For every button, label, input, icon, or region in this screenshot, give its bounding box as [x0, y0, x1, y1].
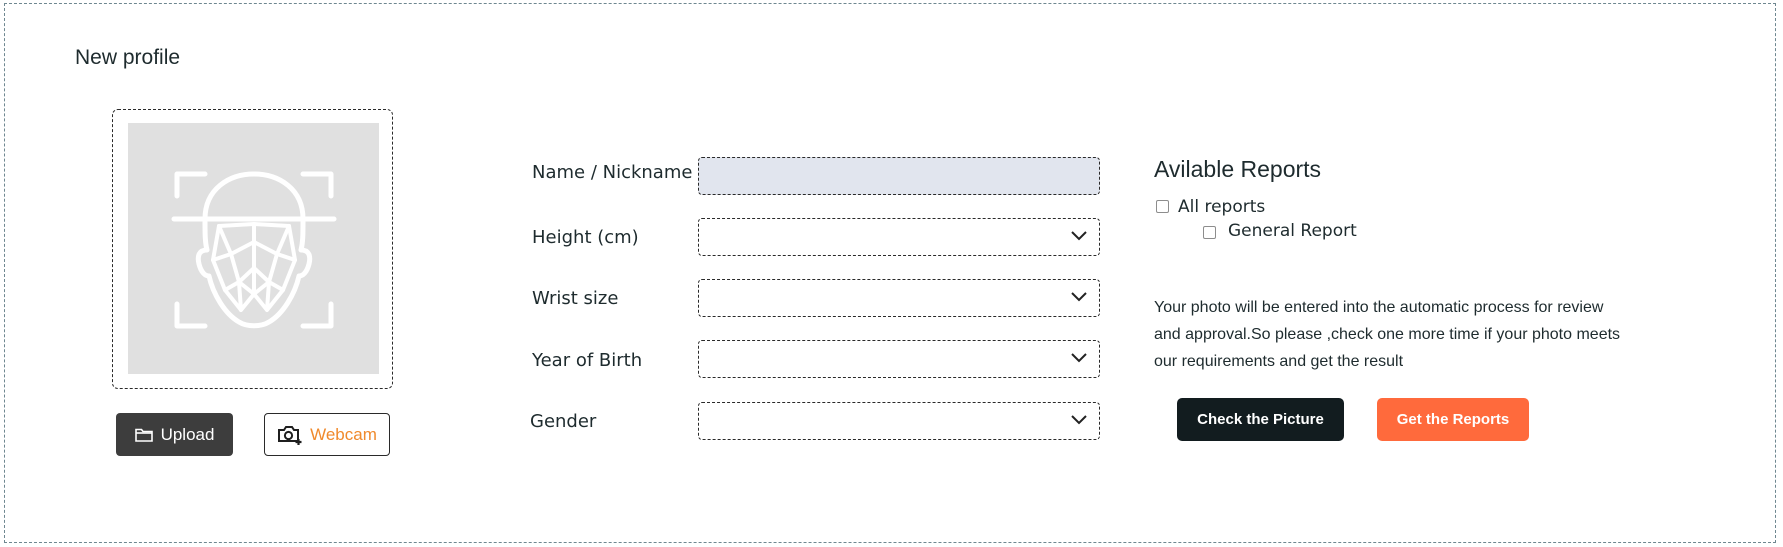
- chevron-down-icon: [1071, 231, 1087, 241]
- chevron-down-icon: [1071, 415, 1087, 425]
- gender-select[interactable]: [698, 402, 1100, 440]
- year-select[interactable]: [698, 340, 1100, 378]
- gender-label: Gender: [530, 411, 597, 432]
- camera-add-icon: [278, 425, 302, 445]
- upload-label: Upload: [160, 424, 215, 444]
- all-reports-checkbox[interactable]: [1156, 200, 1169, 213]
- year-label: Year of Birth: [532, 350, 643, 371]
- get-reports-button[interactable]: Get the Reports: [1377, 398, 1529, 441]
- height-label: Height (cm): [532, 227, 639, 248]
- wrist-select[interactable]: [698, 279, 1100, 317]
- chevron-down-icon: [1071, 292, 1087, 302]
- review-note: Your photo will be entered into the auto…: [1154, 299, 1621, 370]
- name-label: Name / Nickname: [532, 162, 693, 183]
- all-reports-label[interactable]: All reports: [1178, 197, 1265, 217]
- chevron-down-icon: [1071, 353, 1087, 363]
- photo-placeholder: [128, 123, 379, 374]
- wrist-label: Wrist size: [532, 288, 619, 309]
- reports-title: Avilable Reports: [1154, 156, 1322, 182]
- general-report-checkbox[interactable]: [1203, 226, 1216, 239]
- height-select[interactable]: [698, 218, 1100, 256]
- face-scan-icon: [171, 171, 336, 328]
- folder-icon: [134, 428, 153, 442]
- name-input[interactable]: [698, 157, 1100, 195]
- webcam-button[interactable]: Webcam: [264, 413, 390, 456]
- webcam-label: Webcam: [310, 424, 377, 444]
- general-report-label[interactable]: General Report: [1228, 221, 1357, 241]
- upload-button[interactable]: Upload: [116, 413, 233, 456]
- check-picture-button[interactable]: Check the Picture: [1177, 398, 1344, 441]
- page-title: New profile: [75, 46, 181, 69]
